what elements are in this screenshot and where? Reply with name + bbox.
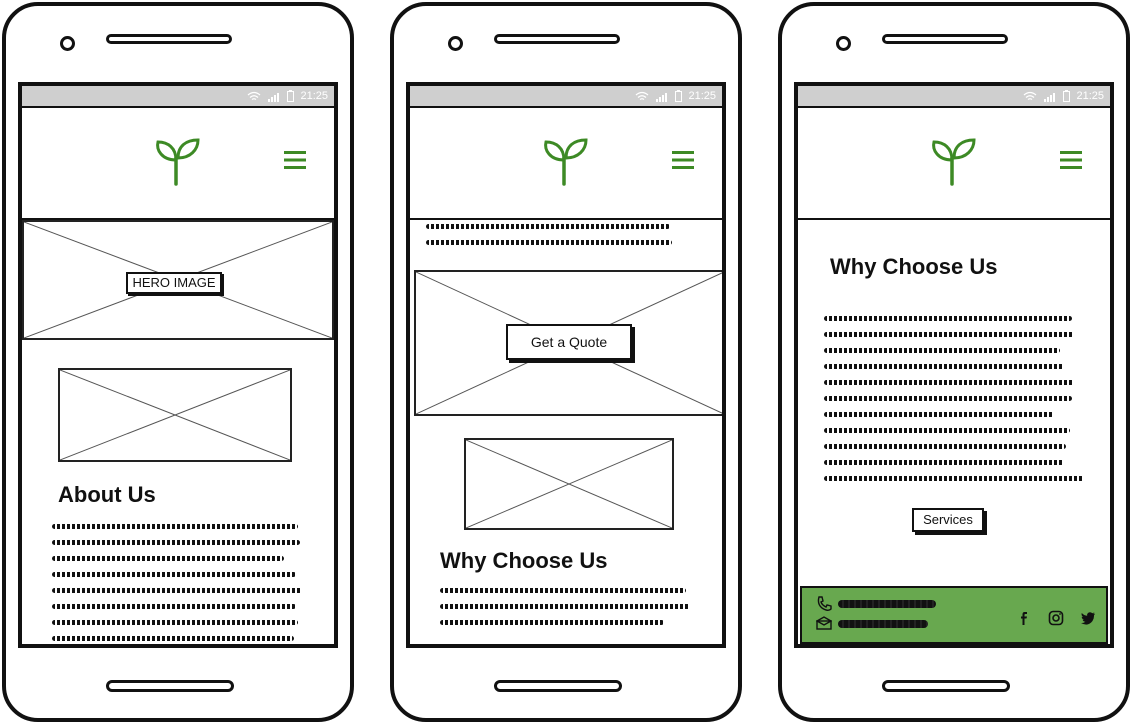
front-camera: [836, 36, 851, 51]
hamburger-menu-icon[interactable]: [1060, 150, 1082, 170]
phone-screen: 21:25 HERO IMAGE About Us: [18, 82, 338, 648]
facebook-icon[interactable]: [1016, 610, 1032, 626]
twitter-icon[interactable]: [1080, 610, 1096, 626]
speaker-grille: [494, 34, 620, 44]
sprout-logo-icon[interactable]: [152, 136, 202, 186]
image-placeholder: [58, 368, 292, 462]
hamburger-menu-icon[interactable]: [672, 150, 694, 170]
signal-icon: [656, 92, 668, 102]
front-camera: [448, 36, 463, 51]
site-header: [798, 106, 1110, 220]
sprout-logo-icon[interactable]: [928, 136, 978, 186]
section-heading-about: About Us: [58, 482, 156, 507]
status-bar: 21:25: [22, 86, 334, 106]
phone-mockup-3: 21:25 Why Choose Us Services: [778, 2, 1130, 722]
phone-mockup-2: 21:25 Get a Quote Why Choose Us: [390, 2, 742, 722]
status-bar: 21:25: [798, 86, 1110, 106]
battery-icon: [675, 90, 683, 102]
phone-screen: 21:25 Get a Quote Why Choose Us: [406, 82, 726, 648]
home-button: [494, 680, 622, 692]
home-button: [106, 680, 234, 692]
section-heading-why-choose-us: Why Choose Us: [830, 254, 998, 279]
placeholder-text-block: [426, 224, 672, 256]
site-footer: [800, 586, 1108, 644]
services-button[interactable]: Services: [912, 508, 984, 532]
battery-icon: [287, 90, 295, 102]
battery-icon: [1063, 90, 1071, 102]
signal-icon: [1044, 92, 1056, 102]
site-header: [22, 106, 334, 220]
status-time: 21:25: [688, 90, 716, 102]
placeholder-text-block: [52, 524, 302, 644]
instagram-icon[interactable]: [1048, 610, 1064, 626]
speaker-grille: [882, 34, 1008, 44]
site-header: [410, 106, 722, 220]
image-placeholder: [464, 438, 674, 530]
phone-icon: [817, 596, 832, 611]
signal-icon: [268, 92, 280, 102]
placeholder-text-block: [824, 316, 1084, 492]
wifi-icon: [636, 91, 649, 100]
section-heading-why-choose-us: Why Choose Us: [440, 548, 608, 573]
email-address-scribble: [838, 620, 928, 628]
phone-mockup-1: 21:25 HERO IMAGE About Us: [2, 2, 354, 722]
speaker-grille: [106, 34, 232, 44]
phone-screen: 21:25 Why Choose Us Services: [794, 82, 1114, 648]
status-time: 21:25: [300, 90, 328, 102]
get-a-quote-button[interactable]: Get a Quote: [506, 324, 632, 360]
hamburger-menu-icon[interactable]: [284, 150, 306, 170]
envelope-icon: [816, 616, 832, 630]
wifi-icon: [1024, 91, 1037, 100]
status-time: 21:25: [1076, 90, 1104, 102]
status-bar: 21:25: [410, 86, 722, 106]
placeholder-text-block: [440, 588, 690, 636]
front-camera: [60, 36, 75, 51]
phone-number-scribble: [838, 600, 936, 608]
wifi-icon: [248, 91, 261, 100]
sprout-logo-icon[interactable]: [540, 136, 590, 186]
home-button: [882, 680, 1010, 692]
hero-image-label: HERO IMAGE: [126, 272, 222, 294]
